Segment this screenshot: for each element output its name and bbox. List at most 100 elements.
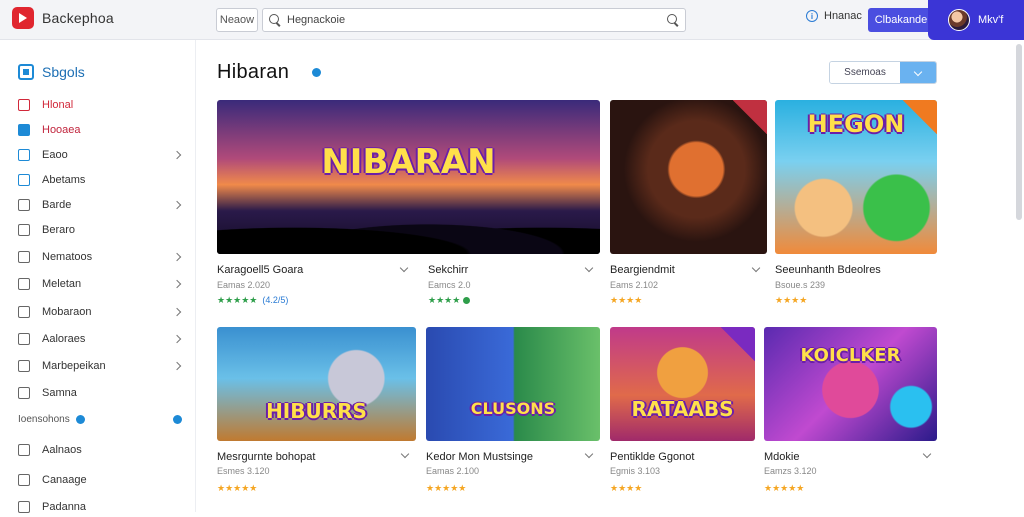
sidebar-item-nematoos[interactable]: Nematoos <box>18 247 186 267</box>
sidebar-item-label: Nematoos <box>42 251 93 263</box>
sidebar-item-label: Aaloraes <box>42 333 86 345</box>
sidebar-item-label: Mobaraon <box>42 306 92 318</box>
profile-name: Mkv'f <box>978 14 1004 26</box>
sidebar-item-mobaraon[interactable]: Mobaraon <box>18 302 186 322</box>
sidebar-item-samna[interactable]: Samna <box>18 383 186 403</box>
rating: ★★★★★ (4.2/5) <box>217 296 288 305</box>
rating: ★★★★ <box>610 484 642 493</box>
sidebar-item-hlonal[interactable]: Hlonal <box>18 95 186 115</box>
sidebar-item-label: Meletan <box>42 278 82 290</box>
sidebar-item-eaoo[interactable]: Eaoo <box>18 145 186 165</box>
chevron-right-icon <box>172 200 182 210</box>
game-title[interactable]: Kedor Mon Mustsinge <box>426 451 533 463</box>
game-title[interactable]: Sekchirr <box>428 264 468 276</box>
game-title[interactable]: Seeunhanth Bdeolres <box>775 264 881 276</box>
verified-icon <box>312 68 321 77</box>
chevron-down-icon[interactable] <box>751 263 761 273</box>
game-card[interactable]: KOICLKER Mdokie Eamzs 3.120 ★★★★★ <box>764 327 937 497</box>
profile-menu[interactable]: Mkv'f <box>928 0 1024 40</box>
game-card[interactable]: HEGON Seeunhanth Bdeolres Bsoue.s 239 ★★… <box>775 100 937 312</box>
sidebar-item-label: Padanna <box>42 501 87 513</box>
sidebar-item-label: Marbepeikan <box>42 360 106 372</box>
game-title[interactable]: Mdokie <box>764 451 799 463</box>
sidebar-item-padanna[interactable]: Padanna <box>18 497 186 517</box>
game-thumbnail[interactable]: HEGON <box>775 100 937 254</box>
cart-icon <box>18 360 30 372</box>
chevron-right-icon <box>172 252 182 262</box>
crowd-silhouette <box>217 208 600 254</box>
game-thumbnail[interactable]: HIBURRS <box>217 327 416 441</box>
sidebar-item-label: Eaoo <box>42 149 68 161</box>
game-title[interactable]: Karagoell5 Goara <box>217 264 303 276</box>
app-logo-text: Backephoa <box>42 10 114 26</box>
game-thumbnail[interactable]: KOICLKER <box>764 327 937 441</box>
search-input[interactable] <box>287 14 661 26</box>
game-title[interactable]: Beargiendmit <box>610 264 675 276</box>
home-icon <box>18 64 34 80</box>
avatar <box>948 9 970 31</box>
sidebar-item-marbepeikan[interactable]: Marbepeikan <box>18 356 186 376</box>
game-card[interactable]: CLUSONS Kedor Mon Mustsinge Eamas 2.100 … <box>426 327 600 497</box>
sort-dropdown[interactable]: Ssemoas <box>829 61 937 84</box>
info-icon: i <box>806 10 818 22</box>
sidebar-section-header[interactable]: Ioensohons <box>18 414 186 425</box>
game-thumbnail[interactable]: CLUSONS <box>426 327 600 441</box>
game-card[interactable]: HIBURRS Mesrgurnte bohopat Esmes 3.120 ★… <box>217 327 416 497</box>
chevron-down-icon[interactable] <box>400 449 410 459</box>
star-icon: ★★★★★ <box>426 483 467 493</box>
game-thumbnail[interactable] <box>610 100 767 254</box>
game-card[interactable]: Sekchirr Eamcs 2.0 ★★★★ <box>428 254 600 312</box>
rating: ★★★★ <box>610 296 642 305</box>
chevron-down-icon[interactable] <box>922 449 932 459</box>
scrollbar[interactable] <box>1016 44 1022 220</box>
page-title: Hibaran <box>217 61 290 83</box>
chevron-down-icon[interactable] <box>584 263 594 273</box>
app-logo[interactable]: Backephoa <box>12 7 114 29</box>
rating: ★★★★★ <box>426 484 466 493</box>
search-icon <box>269 14 281 26</box>
user-info[interactable]: i Hnanac <box>806 10 862 22</box>
logo-play-icon <box>12 7 34 29</box>
globe-icon <box>18 333 30 345</box>
sidebar-item-meletan[interactable]: Meletan <box>18 274 186 294</box>
game-card[interactable]: Beargiendmit Eams 2.102 ★★★★ <box>610 100 767 312</box>
sidebar-item-beraro[interactable]: Beraro <box>18 220 186 240</box>
sidebar-item-label: Hooaea <box>42 124 81 136</box>
search-submit-icon[interactable] <box>667 14 679 26</box>
section-add-icon[interactable] <box>173 415 182 424</box>
rating: ★★★★ <box>428 296 471 305</box>
sidebar-item-label: Canaage <box>42 474 87 486</box>
status-dot <box>463 297 471 304</box>
board-icon <box>18 199 30 211</box>
sidebar-item-barde[interactable]: Barde <box>18 195 186 215</box>
chevron-right-icon <box>172 307 182 317</box>
game-title[interactable]: Mesrgurnte bohopat <box>217 451 315 463</box>
sidebar-item-abetams[interactable]: Abetams <box>18 170 186 190</box>
game-thumbnail[interactable]: NIBARAN <box>217 100 600 254</box>
sidebar-item-aaloraes[interactable]: Aaloraes <box>18 329 186 349</box>
game-thumbnail[interactable]: RATAABS <box>610 327 755 441</box>
sidebar-header-label: Sbgols <box>42 64 85 80</box>
chevron-down-icon[interactable] <box>584 449 594 459</box>
sidebar-header[interactable]: Sbgols <box>18 64 85 80</box>
sidebar-section-label: Ioensohons <box>18 414 70 425</box>
sidebar-item-hooaea[interactable]: Hooaea <box>18 120 186 140</box>
primary-action-button[interactable]: Clbakande <box>868 8 934 32</box>
chevron-down-icon[interactable] <box>399 263 409 273</box>
chevron-right-icon <box>172 361 182 371</box>
game-art-title: HIBURRS <box>266 399 367 423</box>
sidebar-item-aalnaos[interactable]: Aalnaos <box>18 440 186 460</box>
sort-dropdown-label: Ssemoas <box>830 62 900 83</box>
star-icon: ★★★★ <box>775 295 808 305</box>
search-scope-button[interactable]: Neaow <box>216 8 258 32</box>
review-count[interactable]: (4.2/5) <box>262 296 288 305</box>
game-card[interactable]: RATAABS Pentiklde Ggonot Egmis 3.103 ★★★… <box>610 327 755 497</box>
star-icon: ★★★★★ <box>217 483 258 493</box>
chevron-down-icon[interactable] <box>900 62 936 83</box>
sidebar-item-canaage[interactable]: Canaage <box>18 470 186 490</box>
game-title[interactable]: Pentiklde Ggonot <box>610 451 694 463</box>
game-subtitle: Eams 2.102 <box>610 280 659 290</box>
search-box[interactable] <box>262 8 686 32</box>
sidebar-item-label: Aalnaos <box>42 444 82 456</box>
folder-icon <box>18 444 30 456</box>
